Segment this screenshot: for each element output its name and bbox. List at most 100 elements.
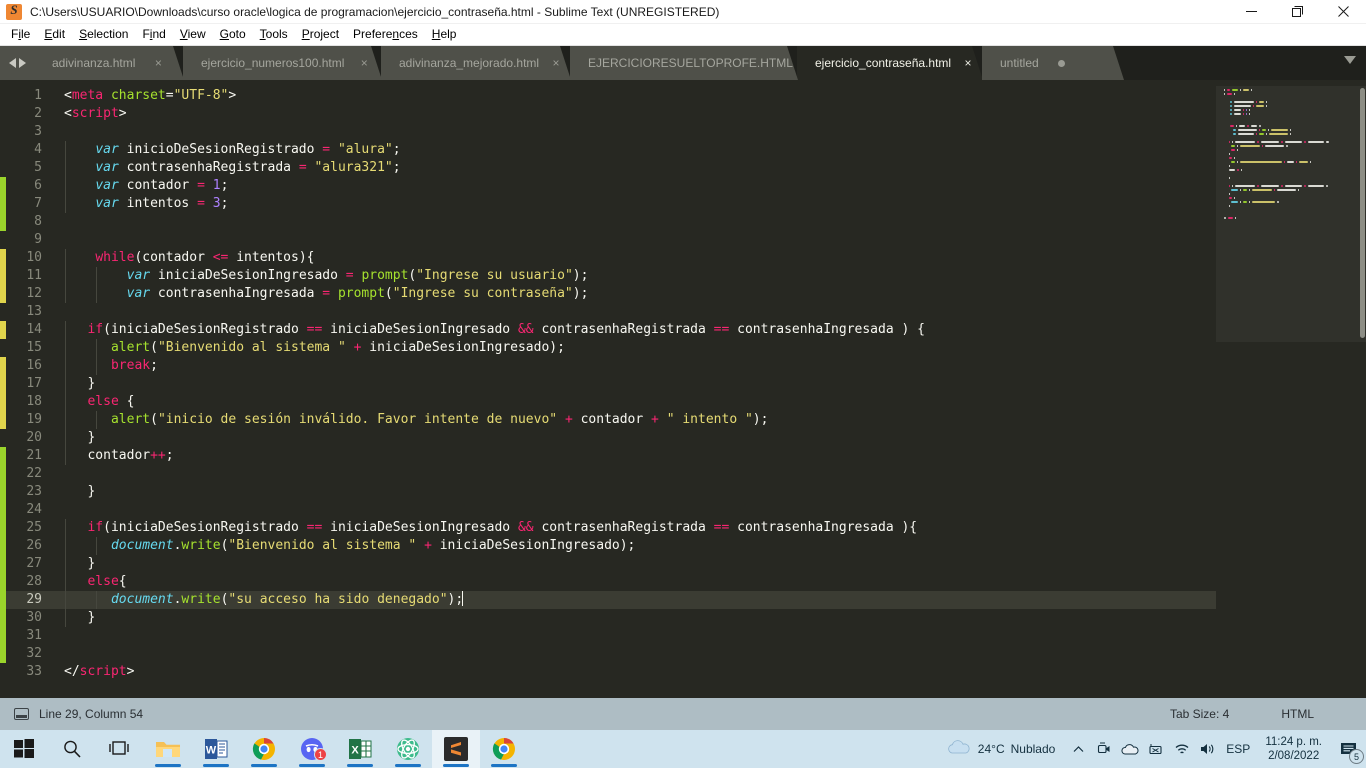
indent-guide xyxy=(96,285,98,303)
code-line[interactable]: contador++; xyxy=(64,447,1216,465)
tab-navigation-arrows[interactable] xyxy=(0,46,34,80)
token-punc: ); xyxy=(447,592,464,607)
token-kw: else xyxy=(87,574,119,589)
token-str: "Bienvenido al sistema " xyxy=(228,538,417,553)
code-line[interactable] xyxy=(64,231,1216,249)
file-explorer-button[interactable] xyxy=(144,730,192,768)
code-line[interactable] xyxy=(64,465,1216,483)
tab-close-icon[interactable]: × xyxy=(356,56,372,70)
bluetooth-icon[interactable] xyxy=(1143,730,1169,768)
restore-button[interactable] xyxy=(1274,0,1320,24)
tab-2[interactable]: adivinanza_mejorado.html × xyxy=(381,46,571,80)
nav-right-arrow-icon[interactable] xyxy=(18,58,26,68)
code-line[interactable] xyxy=(64,645,1216,663)
code-scroll-area[interactable]: <meta charset="UTF-8"> <script> var inici… xyxy=(52,80,1216,698)
sublime-button[interactable] xyxy=(432,730,480,768)
tab-5[interactable]: untitled xyxy=(982,46,1124,80)
syntax-label[interactable]: HTML xyxy=(1281,707,1314,721)
token-fn: prompt xyxy=(337,286,385,301)
code-line[interactable]: else{ xyxy=(64,573,1216,591)
weather-widget[interactable]: 24°C Nublado xyxy=(936,739,1066,760)
atom-button[interactable] xyxy=(384,730,432,768)
notification-center-button[interactable]: 5 xyxy=(1332,730,1366,768)
onedrive-cloud-icon[interactable] xyxy=(1117,730,1143,768)
code-line[interactable]: var contrasenhaIngresada = prompt("Ingre… xyxy=(64,285,1216,303)
code-line[interactable]: else { xyxy=(64,393,1216,411)
tab-1[interactable]: ejercicio_numeros100.html × xyxy=(183,46,382,80)
code-line[interactable]: <meta charset="UTF-8"> xyxy=(64,87,1216,105)
code-line[interactable]: } xyxy=(64,609,1216,627)
panel-toggle-icon[interactable] xyxy=(14,708,29,720)
code-line[interactable]: var intentos = 3; xyxy=(64,195,1216,213)
code-line[interactable]: <script> xyxy=(64,105,1216,123)
code-line[interactable]: var contrasenhaRegistrada = "alura321"; xyxy=(64,159,1216,177)
menu-file[interactable]: File xyxy=(4,26,37,43)
task-view-icon xyxy=(109,741,129,755)
code-line[interactable]: var inicioDeSesionRegistrado = "alura"; xyxy=(64,141,1216,159)
code-line[interactable] xyxy=(64,501,1216,519)
chrome-button[interactable] xyxy=(240,730,288,768)
code-line[interactable]: alert("Bienvenido al sistema " + iniciaD… xyxy=(64,339,1216,357)
code-line[interactable] xyxy=(64,123,1216,141)
line-number: 33 xyxy=(26,664,42,679)
code-line[interactable]: var iniciaDeSesionIngresado = prompt("In… xyxy=(64,267,1216,285)
menu-view[interactable]: View xyxy=(173,26,213,43)
minimize-button[interactable] xyxy=(1228,0,1274,24)
code-line[interactable]: if(iniciaDeSesionRegistrado == iniciaDeS… xyxy=(64,519,1216,537)
code-line[interactable]: } xyxy=(64,555,1216,573)
token-sto: document xyxy=(110,538,174,553)
vertical-scrollbar[interactable] xyxy=(1360,88,1365,338)
token-punc: ; xyxy=(392,142,401,157)
code-line[interactable]: if(iniciaDeSesionRegistrado == iniciaDeS… xyxy=(64,321,1216,339)
menu-selection[interactable]: Selection xyxy=(72,26,135,43)
token-plain: iniciaDeSesionRegistrado xyxy=(110,520,307,535)
tab-close-icon[interactable]: × xyxy=(551,56,561,70)
show-hidden-icons-chevron-icon[interactable] xyxy=(1065,730,1091,768)
meet-camera-icon[interactable] xyxy=(1091,730,1117,768)
code-line[interactable]: } xyxy=(64,429,1216,447)
code-line[interactable]: document.write("su acceso ha sido denega… xyxy=(64,591,1216,609)
task-view-button[interactable] xyxy=(96,730,144,768)
language-indicator[interactable]: ESP xyxy=(1221,730,1255,768)
discord-button[interactable]: 1 xyxy=(288,730,336,768)
chrome2-button[interactable] xyxy=(480,730,528,768)
menu-edit[interactable]: Edit xyxy=(37,26,72,43)
code-line[interactable]: </script> xyxy=(64,663,1216,681)
tab-3[interactable]: EJERCICIORESUELTOPROFE.HTML× xyxy=(570,46,798,80)
code-line[interactable] xyxy=(64,213,1216,231)
tab-overflow-chevron-icon[interactable] xyxy=(1344,56,1356,64)
search-button[interactable] xyxy=(48,730,96,768)
tab-size-label[interactable]: Tab Size: 4 xyxy=(1170,707,1229,721)
code-line[interactable]: break; xyxy=(64,357,1216,375)
tab-4[interactable]: ejercicio_contraseña.html × xyxy=(797,46,983,80)
minimap[interactable] xyxy=(1216,80,1366,698)
close-button[interactable] xyxy=(1320,0,1366,24)
menu-help[interactable]: Help xyxy=(425,26,464,43)
code-line[interactable]: document.write("Bienvenido al sistema " … xyxy=(64,537,1216,555)
code-line[interactable]: var contador = 1; xyxy=(64,177,1216,195)
tab-close-icon[interactable]: × xyxy=(963,56,973,70)
code-line[interactable]: while(contador <= intentos){ xyxy=(64,249,1216,267)
tab-close-icon[interactable]: × xyxy=(147,56,169,70)
nav-left-arrow-icon[interactable] xyxy=(8,58,16,68)
code-line[interactable]: } xyxy=(64,375,1216,393)
start-button[interactable] xyxy=(0,730,48,768)
wifi-icon[interactable] xyxy=(1169,730,1195,768)
menu-goto[interactable]: Goto xyxy=(213,26,253,43)
clock-widget[interactable]: 11:24 p. m. 2/08/2022 xyxy=(1255,735,1332,763)
menu-find[interactable]: Find xyxy=(135,26,172,43)
menu-tools[interactable]: Tools xyxy=(253,26,295,43)
excel-button[interactable]: X xyxy=(336,730,384,768)
menu-project[interactable]: Project xyxy=(295,26,346,43)
volume-icon[interactable] xyxy=(1195,730,1221,768)
code-line[interactable] xyxy=(64,627,1216,645)
menu-preferences[interactable]: Preferences xyxy=(346,26,425,43)
code-line[interactable] xyxy=(64,303,1216,321)
code-line[interactable]: alert("inicio de sesión inválido. Favor … xyxy=(64,411,1216,429)
word-button[interactable]: W xyxy=(192,730,240,768)
tab-0[interactable]: adivinanza.html × xyxy=(34,46,184,80)
code-content[interactable]: <meta charset="UTF-8"> <script> var inici… xyxy=(52,80,1216,681)
code-line[interactable]: } xyxy=(64,483,1216,501)
